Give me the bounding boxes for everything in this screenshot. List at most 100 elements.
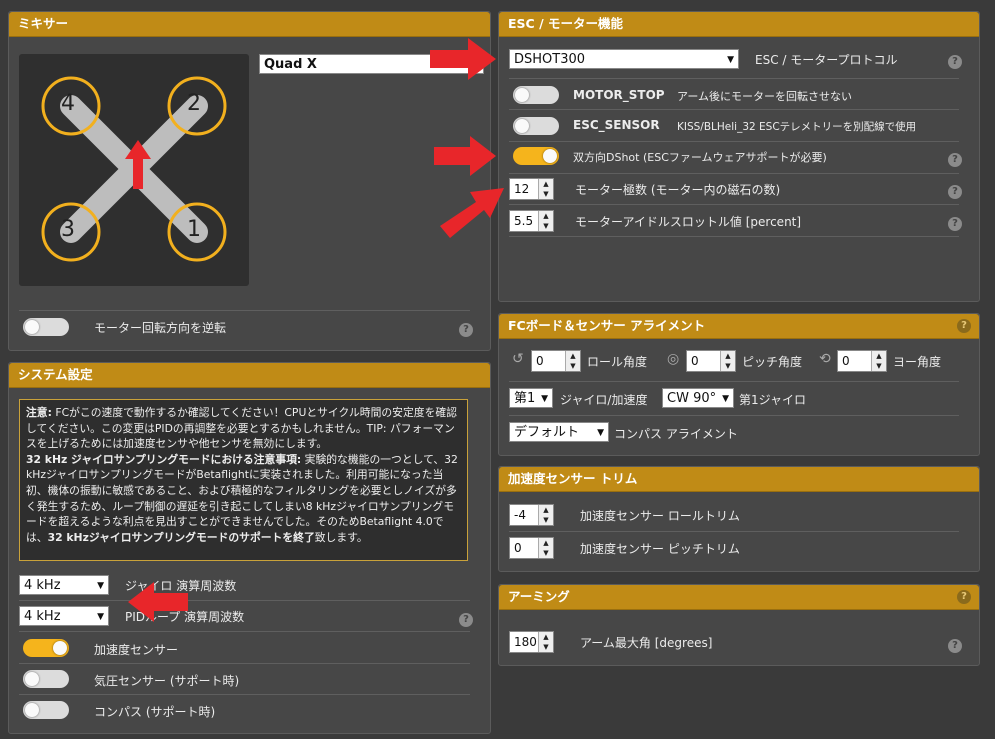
gyro-select-label: ジャイロ/加速度 xyxy=(560,393,648,407)
warning-1-heading: 注意: xyxy=(26,406,52,419)
motor-2-label: 2 xyxy=(187,91,201,116)
mixer-panel: ミキサー 4 2 3 1 Quad X モーター回転方向を逆転 ? xyxy=(8,11,491,351)
arming-title-text: アーミング xyxy=(508,589,570,604)
motor-stop-toggle[interactable] xyxy=(513,86,559,104)
motor-1-label: 1 xyxy=(187,217,201,242)
alignment-title: FCボード＆センサー アライメント? xyxy=(499,314,979,339)
roll-icon: ↺ xyxy=(512,351,524,367)
accelerometer-label: 加速度センサー xyxy=(94,643,179,657)
gyro-alignment-select[interactable]: CW 90° ▼ xyxy=(662,388,734,408)
magnetometer-toggle[interactable] xyxy=(23,701,69,719)
esc-panel: ESC / モーター機能 DSHOT300 ▼ ESC / モータープロトコル ?… xyxy=(498,11,980,302)
help-icon[interactable]: ? xyxy=(459,323,473,337)
stepper-icon[interactable]: ▲ ▼ xyxy=(720,351,735,371)
help-icon[interactable]: ? xyxy=(948,153,962,167)
acc-pitch-trim-input[interactable]: 0 ▲ ▼ xyxy=(509,537,554,559)
gyro-frequency-value: 4 kHz xyxy=(24,578,61,593)
roll-input[interactable]: 0 ▲ ▼ xyxy=(531,350,581,372)
acc-trim-title: 加速度センサー トリム xyxy=(499,467,979,492)
annotation-arrow-icon xyxy=(128,582,188,622)
gyro-name-label: 第1ジャイロ xyxy=(739,393,807,407)
roll-value: 0 xyxy=(536,354,544,368)
esc-sensor-desc: KISS/BLHeli_32 ESCテレメトリーを別配線で使用 xyxy=(677,121,917,133)
pitch-icon: ◎ xyxy=(667,351,680,367)
mixer-diagram: 4 2 3 1 xyxy=(19,54,249,286)
stepper-icon[interactable]: ▲ ▼ xyxy=(538,538,553,558)
arming-angle-value: 180 xyxy=(514,635,537,649)
help-icon[interactable]: ? xyxy=(948,217,962,231)
acc-pitch-trim-label: 加速度センサー ピッチトリム xyxy=(580,542,740,556)
compass-alignment-select[interactable]: デフォルト ▼ xyxy=(509,422,609,442)
stepper-icon[interactable]: ▲ ▼ xyxy=(538,505,553,525)
esc-sensor-name: ESC_SENSOR xyxy=(573,118,660,132)
yaw-label: ヨー角度 xyxy=(893,355,942,369)
system-title: システム設定 xyxy=(9,363,490,388)
yaw-icon: ⟲ xyxy=(819,351,831,367)
warning-1-text: FCがこの速度で動作するか確認してください！CPUとサイクル時間の安定度を確認し… xyxy=(26,406,457,451)
pitch-label: ピッチ角度 xyxy=(742,355,803,369)
motor-poles-label: モーター極数 (モーター内の磁石の数) xyxy=(575,183,781,197)
help-icon[interactable]: ? xyxy=(459,613,473,627)
reverse-motors-toggle[interactable] xyxy=(23,318,69,336)
stepper-icon[interactable]: ▲ ▼ xyxy=(538,632,553,652)
idle-throttle-input[interactable]: 5.5 ▲ ▼ xyxy=(509,210,554,232)
acc-roll-trim-label: 加速度センサー ロールトリム xyxy=(580,509,740,523)
help-icon[interactable]: ? xyxy=(957,590,971,604)
arming-panel: アーミング? 180 ▲ ▼ アーム最大角 [degrees] ? xyxy=(498,584,980,666)
acc-trim-panel: 加速度センサー トリム -4 ▲ ▼ 加速度センサー ロールトリム 0 ▲ ▼ 加速度セ… xyxy=(498,466,980,572)
esc-protocol-select[interactable]: DSHOT300 ▼ xyxy=(509,49,739,69)
bidirectional-dshot-toggle[interactable] xyxy=(513,147,559,165)
warning-2-heading: 32 kHz ジャイロサンプリングモードにおける注意事項: xyxy=(26,452,302,466)
stepper-icon[interactable]: ▲ ▼ xyxy=(871,351,886,371)
esc-title: ESC / モーター機能 xyxy=(499,12,979,37)
stepper-icon[interactable]: ▲ ▼ xyxy=(538,179,553,199)
help-icon[interactable]: ? xyxy=(948,55,962,69)
annotation-arrow-icon xyxy=(434,136,496,176)
arming-title: アーミング? xyxy=(499,585,979,610)
yaw-input[interactable]: 0 ▲ ▼ xyxy=(837,350,887,372)
acc-roll-trim-input[interactable]: -4 ▲ ▼ xyxy=(509,504,554,526)
warning-2-end: 致します。 xyxy=(314,530,368,544)
compass-alignment-value: デフォルト xyxy=(514,425,580,440)
motor-stop-name: MOTOR_STOP xyxy=(573,88,665,102)
gyro-select-value: 第1 xyxy=(514,391,536,406)
bidirectional-dshot-label: 双方向DShot (ESCファームウェアサポートが必要) xyxy=(573,151,827,164)
idle-throttle-value: 5.5 xyxy=(514,214,534,228)
chevron-down-icon: ▼ xyxy=(597,428,604,438)
gyro-frequency-select[interactable]: 4 kHz ▼ xyxy=(19,575,109,595)
acc-pitch-trim-value: 0 xyxy=(514,541,522,555)
magnetometer-label: コンパス (サポート時) xyxy=(94,705,216,719)
esc-sensor-toggle[interactable] xyxy=(513,117,559,135)
stepper-icon[interactable]: ▲ ▼ xyxy=(565,351,580,371)
yaw-value: 0 xyxy=(842,354,850,368)
esc-protocol-label: ESC / モータープロトコル xyxy=(755,53,898,67)
chevron-down-icon: ▼ xyxy=(541,394,548,404)
warning-2-tail: 32 kHzジャイロサンプリングモードのサポートを終了 xyxy=(47,530,315,544)
acc-roll-trim-value: -4 xyxy=(514,508,526,522)
help-icon[interactable]: ? xyxy=(957,319,971,333)
roll-label: ロール角度 xyxy=(587,355,648,369)
pid-frequency-value: 4 kHz xyxy=(24,609,61,624)
gyro-select[interactable]: 第1 ▼ xyxy=(509,388,553,408)
mixer-title: ミキサー xyxy=(9,12,490,37)
motor-stop-desc: アーム後にモーターを回転させない xyxy=(677,90,853,103)
motor-poles-input[interactable]: 12 ▲ ▼ xyxy=(509,178,554,200)
stepper-icon[interactable]: ▲ ▼ xyxy=(538,211,553,231)
pid-frequency-select[interactable]: 4 kHz ▼ xyxy=(19,606,109,626)
annotation-arrow-icon xyxy=(430,38,496,80)
help-icon[interactable]: ? xyxy=(948,639,962,653)
chevron-down-icon: ▼ xyxy=(722,394,729,404)
arming-angle-input[interactable]: 180 ▲ ▼ xyxy=(509,631,554,653)
chevron-down-icon: ▼ xyxy=(727,55,734,65)
system-warning-box: 注意: FCがこの速度で動作するか確認してください！CPUとサイクル時間の安定度… xyxy=(19,399,468,561)
mixer-type-value: Quad X xyxy=(264,57,317,72)
barometer-toggle[interactable] xyxy=(23,670,69,688)
gyro-alignment-value: CW 90° xyxy=(667,391,717,406)
pitch-input[interactable]: 0 ▲ ▼ xyxy=(686,350,736,372)
idle-throttle-label: モーターアイドルスロットル値 [percent] xyxy=(575,215,802,229)
chevron-down-icon: ▼ xyxy=(97,581,104,591)
barometer-label: 気圧センサー (サポート時) xyxy=(94,674,240,688)
help-icon[interactable]: ? xyxy=(948,185,962,199)
annotation-arrow-icon xyxy=(440,188,504,238)
accelerometer-toggle[interactable] xyxy=(23,639,69,657)
